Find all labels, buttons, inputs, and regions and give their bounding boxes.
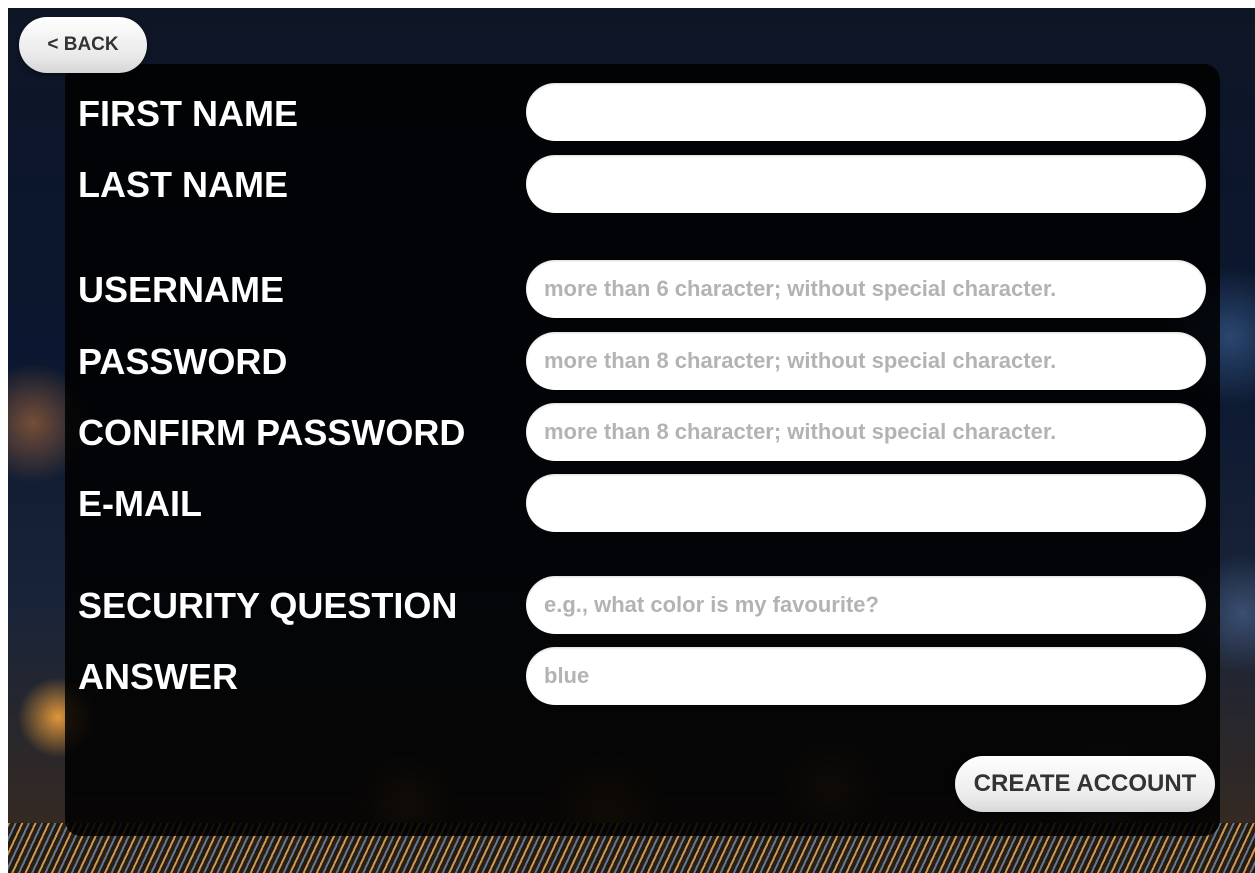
first-name-label: FIRST NAME (78, 93, 298, 134)
last-name-label: LAST NAME (78, 164, 288, 205)
password-label: PASSWORD (78, 341, 288, 382)
answer-label: ANSWER (78, 656, 238, 697)
security-question-label: SECURITY QUESTION (78, 585, 458, 626)
last-name-field[interactable] (526, 155, 1206, 213)
create-account-button[interactable]: CREATE ACCOUNT (955, 756, 1215, 812)
app-window: < BACK FIRST NAME LAST NAME USERNAME PAS… (8, 8, 1255, 873)
email-label: E-MAIL (78, 483, 202, 524)
confirm-password-field[interactable] (526, 403, 1206, 461)
password-field[interactable] (526, 332, 1206, 390)
username-field[interactable] (526, 260, 1206, 318)
back-button[interactable]: < BACK (19, 17, 147, 73)
confirm-password-label: CONFIRM PASSWORD (78, 412, 466, 453)
first-name-field[interactable] (526, 83, 1206, 141)
security-question-field[interactable] (526, 576, 1206, 634)
answer-field[interactable] (526, 647, 1206, 705)
username-label: USERNAME (78, 269, 285, 310)
email-field[interactable] (526, 474, 1206, 532)
